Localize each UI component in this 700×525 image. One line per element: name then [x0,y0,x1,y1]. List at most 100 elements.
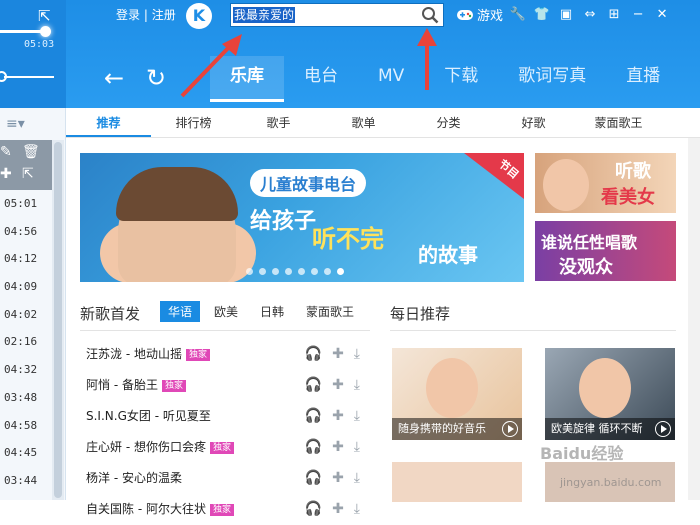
refresh-icon[interactable]: ↻ [146,64,166,92]
daily-card-2-text: 欧美旋律 循环不断 [551,422,643,435]
volume-slider[interactable] [4,76,54,78]
song-row[interactable]: 杨洋 - 安心的温柔 🎧 ✚ ⤓ [86,463,370,494]
subtab-categories[interactable]: 分类 [406,108,491,137]
banner-dot[interactable] [324,268,331,275]
search-box[interactable]: 我最亲爱的 [230,3,444,27]
download-icon[interactable]: ⤓ [354,401,360,432]
tab-masked-singer[interactable]: 蒙面歌王 [298,301,362,322]
subtab-masked-singer[interactable]: 蒙面歌王 [576,108,661,137]
login-link[interactable]: 登录 [116,8,140,22]
listen-icon[interactable]: 🎧 [305,339,322,370]
download-icon[interactable]: ⤓ [354,494,360,525]
daily-card-3[interactable] [392,462,522,502]
playlist-item-duration[interactable]: 04:58 [0,412,52,440]
playlist-item-duration[interactable]: 02:16 [0,328,52,356]
banner-dot[interactable] [285,268,292,275]
daily-card-2[interactable]: 欧美旋律 循环不断 [545,348,675,440]
tab-lyrics-photo[interactable]: 歌词写真 [498,56,606,102]
add-icon[interactable]: ✚ [332,463,344,494]
wrench-icon[interactable]: 🔧 [509,6,527,24]
listen-icon[interactable]: 🎧 [305,401,322,432]
add-icon[interactable]: ✚ [332,339,344,370]
banner-dot[interactable] [259,268,266,275]
song-row[interactable]: 汪苏泷 - 地动山摇 独家 🎧 ✚ ⤓ [86,339,370,370]
download-icon[interactable]: ⤓ [354,339,360,370]
playlist-item-duration[interactable]: 03:48 [0,384,52,412]
side-ad-1[interactable]: 听歌 看美女 [535,153,676,213]
tab-chinese[interactable]: 华语 [160,301,201,322]
trash-icon[interactable]: 🗑 [22,144,40,160]
playlist-item-duration[interactable]: 04:09 [0,273,52,301]
search-icon[interactable] [421,6,439,24]
fullscreen-icon[interactable]: ⊞ [605,6,623,24]
close-icon[interactable]: ✕ [653,6,671,24]
share-icon[interactable]: ⇱ [38,7,51,25]
tab-radio[interactable]: 电台 [284,56,358,102]
play-icon[interactable] [502,421,518,437]
banner-dot[interactable] [272,268,279,275]
listen-icon[interactable]: 🎧 [305,494,322,525]
song-title[interactable]: 汪苏泷 - 地动山摇 [86,347,182,361]
list-menu-icon[interactable]: ≡▾ [0,108,65,140]
tab-jpkr[interactable]: 日韩 [252,301,292,322]
edit-icon[interactable]: ✎ [0,144,12,160]
playlist-item-duration[interactable]: 05:01 [0,190,52,218]
playlist-item-duration[interactable]: 04:32 [0,356,52,384]
playlist-item-duration[interactable]: 04:02 [0,301,52,329]
menu-icon[interactable]: ▣ [557,6,575,24]
subtab-singers[interactable]: 歌手 [236,108,321,137]
tab-live[interactable]: 直播 [606,56,680,102]
listen-icon[interactable]: 🎧 [305,432,322,463]
playlist-item-duration[interactable]: 03:44 [0,467,52,495]
song-row[interactable]: S.I.N.G女团 - 听见夏至 🎧 ✚ ⤓ [86,401,370,432]
listen-icon[interactable]: 🎧 [305,463,322,494]
play-icon[interactable] [655,421,671,437]
register-link[interactable]: 注册 [152,8,176,22]
kugou-logo[interactable]: K [186,3,212,29]
subtab-playlists[interactable]: 歌单 [321,108,406,137]
volume-knob[interactable] [0,71,7,82]
add-icon[interactable]: ✚ [332,370,344,401]
mini-mode-icon[interactable]: ⇔ [581,6,599,24]
subtab-good-songs[interactable]: 好歌 [491,108,576,137]
banner-dot[interactable] [311,268,318,275]
download-icon[interactable]: ⤓ [354,432,360,463]
daily-card-1[interactable]: 随身携带的好音乐 [392,348,522,440]
song-title[interactable]: 杨洋 - 安心的温柔 [86,471,182,485]
song-row[interactable]: 阿悄 - 备胎王 独家 🎧 ✚ ⤓ [86,370,370,401]
banner-dot[interactable] [298,268,305,275]
song-title[interactable]: 自关国陈 - 阿尔大往状 [86,502,206,516]
side-ad-2[interactable]: 谁说任性唱歌 没观众 [535,221,676,281]
add-icon[interactable]: ✚ [332,432,344,463]
main-scrollbar[interactable] [688,138,700,500]
back-icon[interactable]: ← [104,64,124,92]
song-title[interactable]: 阿悄 - 备胎王 [86,378,158,392]
main-banner[interactable]: 儿童故事电台 给孩子 听不完 的故事 节目 [80,153,524,282]
new-songs-title: 新歌首发 [80,305,141,323]
playlist-item-duration[interactable]: 04:56 [0,218,52,246]
banner-dots [246,268,344,275]
progress-knob[interactable] [40,26,51,37]
song-row[interactable]: 自关国陈 - 阿尔大往状 独家 🎧 ✚ ⤓ [86,494,370,525]
banner-dot[interactable] [337,268,344,275]
playlist-item-duration[interactable]: 04:12 [0,245,52,273]
subtab-charts[interactable]: 排行榜 [151,108,236,137]
song-row[interactable]: 庄心妍 - 想你伤口会疼 独家 🎧 ✚ ⤓ [86,432,370,463]
tab-western[interactable]: 欧美 [206,301,246,322]
add-icon[interactable]: ✚ [332,401,344,432]
skin-icon[interactable]: 👕 [533,6,551,24]
export-icon[interactable]: ⇱ [22,166,34,182]
add-icon[interactable]: ✚ [0,166,12,182]
minimize-icon[interactable]: − [629,6,647,24]
download-icon[interactable]: ⤓ [354,370,360,401]
add-icon[interactable]: ✚ [332,494,344,525]
subtab-recommend[interactable]: 推荐 [66,108,151,137]
song-title[interactable]: S.I.N.G女团 - 听见夏至 [86,409,211,423]
game-button[interactable]: 游戏 [456,5,503,24]
playlist-item-duration[interactable]: 04:45 [0,439,52,467]
listen-icon[interactable]: 🎧 [305,370,322,401]
banner-dot[interactable] [246,268,253,275]
download-icon[interactable]: ⤓ [354,463,360,494]
sidebar-scroll-thumb[interactable] [54,142,62,498]
song-title[interactable]: 庄心妍 - 想你伤口会疼 [86,440,206,454]
